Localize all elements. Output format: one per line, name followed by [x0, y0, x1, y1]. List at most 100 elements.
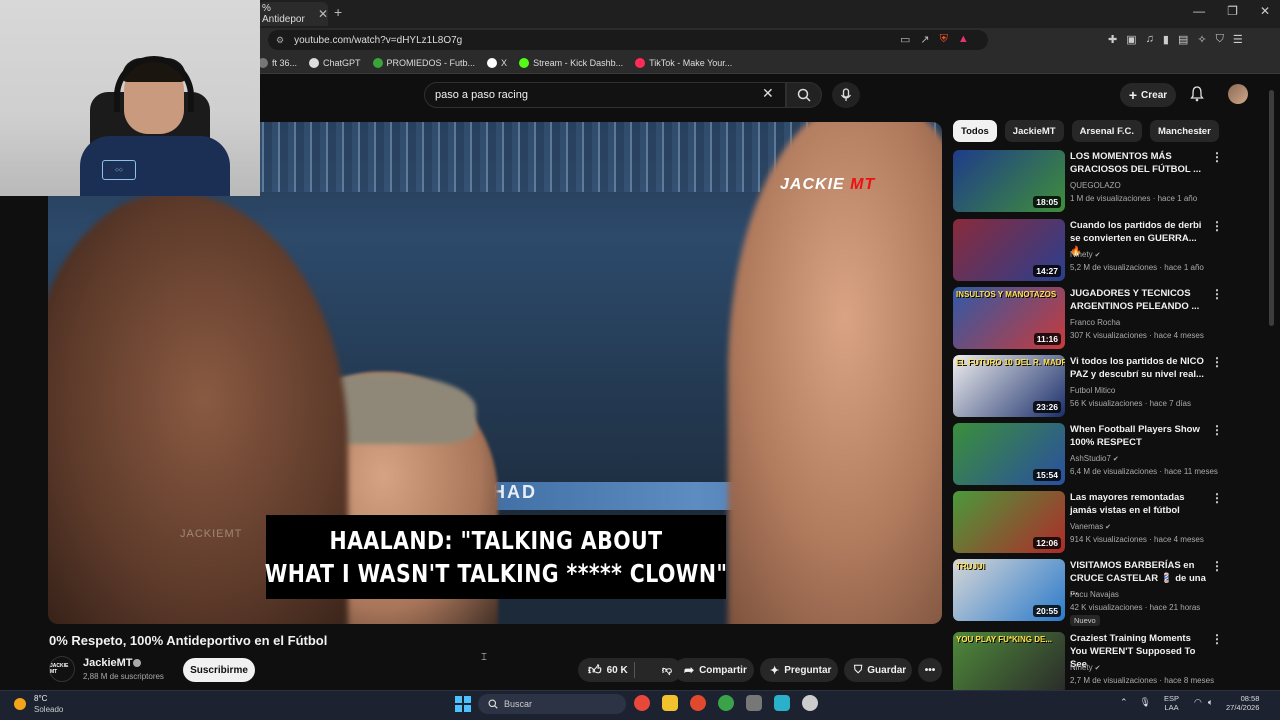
sun-icon[interactable] — [14, 698, 26, 710]
filter-chip[interactable]: Arsenal F.C. — [1071, 120, 1142, 142]
close-window-icon[interactable]: ✕ — [1260, 4, 1270, 18]
video-thumbnail[interactable]: EL FUTURO 10 DEL R. MADRID 23:26 — [953, 355, 1065, 417]
video-thumbnail[interactable]: YOU PLAY FU*KING DE... — [953, 632, 1065, 694]
recommendation-channel[interactable]: QUEGOLAZO — [1070, 181, 1121, 190]
recommendation-channel[interactable]: AshStudio7 ✔ — [1070, 454, 1119, 463]
site-info-icon[interactable]: ⚙ — [276, 35, 284, 46]
bookmark-item[interactable]: ft 36... — [258, 57, 297, 68]
wallet-icon[interactable]: ▤ — [1178, 33, 1188, 46]
bookmark-item[interactable]: Stream - Kick Dashb... — [519, 57, 623, 68]
channel-name[interactable]: JackieMT — [83, 657, 133, 669]
thumbs-down-icon[interactable]: 👎︎ — [662, 664, 672, 676]
recommendation-channel[interactable]: Vanemas ✔ — [1070, 522, 1111, 531]
account-avatar[interactable] — [1228, 84, 1248, 104]
taskbar-app-icon[interactable] — [802, 695, 818, 711]
wifi-icon[interactable]: ◠ — [1194, 697, 1202, 708]
browser-tab-active[interactable]: % Antidepor ✕ — [258, 2, 328, 26]
taskbar-app-icon[interactable] — [718, 695, 734, 711]
save-button[interactable]: ⛉ Guardar — [844, 658, 912, 682]
recommendation-title[interactable]: JUGADORES Y TECNICOS ARGENTINOS PELEANDO… — [1070, 287, 1210, 313]
volume-icon[interactable]: 🔈︎ — [1208, 697, 1213, 708]
extensions-icon[interactable]: ✚ — [1108, 33, 1117, 46]
recommendation-item[interactable]: YOU PLAY FU*KING DE... Craziest Training … — [953, 632, 1253, 696]
share-button[interactable]: ➦ Compartir — [674, 658, 754, 682]
clear-search-icon[interactable]: ✕ — [762, 85, 774, 102]
close-tab-icon[interactable]: ✕ — [318, 7, 328, 21]
bookmark-item[interactable]: PROMIEDOS - Futb... — [372, 57, 475, 68]
taskbar-app-icon[interactable] — [634, 695, 650, 711]
video-player[interactable]: ETIHAD JACKIE MT JACKIEMT HAALAND: "TALK… — [48, 122, 942, 624]
cast-icon[interactable]: ▭ — [900, 33, 910, 46]
recommendation-channel[interactable]: Facu Navajas — [1070, 590, 1119, 599]
search-input[interactable]: paso a paso racing — [424, 82, 786, 108]
scrollbar-thumb[interactable] — [1269, 90, 1274, 326]
more-actions-button[interactable]: ••• — [918, 658, 942, 682]
filter-chip[interactable]: Manchester — [1149, 120, 1219, 142]
ai-icon[interactable]: ✧ — [1197, 33, 1206, 46]
recommendation-item[interactable]: 15:54 When Football Players Show 100% RES… — [953, 423, 1253, 487]
recommendation-channel[interactable]: Franco Rocha — [1070, 318, 1120, 327]
more-options-icon[interactable]: ⋮ — [1211, 219, 1223, 233]
media-icon[interactable]: ♫ — [1146, 33, 1154, 46]
recommendation-title[interactable]: Vi todos los partidos de NICO PAZ y desc… — [1070, 355, 1210, 381]
more-options-icon[interactable]: ⋮ — [1211, 491, 1223, 505]
video-thumbnail[interactable]: 15:54 — [953, 423, 1065, 485]
more-options-icon[interactable]: ⋮ — [1211, 632, 1223, 646]
recommendation-item[interactable]: 14:27 Cuando los partidos de derbi se con… — [953, 219, 1253, 283]
recommendation-title[interactable]: When Football Players Show 100% RESPECT — [1070, 423, 1210, 449]
search-button[interactable] — [786, 82, 822, 108]
windows-start-icon[interactable] — [455, 696, 471, 712]
notifications-button[interactable] — [1190, 86, 1204, 107]
new-tab-icon[interactable]: + — [334, 4, 342, 20]
minimize-icon[interactable]: — — [1193, 4, 1205, 18]
taskbar-app-icon[interactable] — [774, 695, 790, 711]
bookmark-item[interactable]: X — [487, 57, 507, 68]
more-options-icon[interactable]: ⋮ — [1211, 287, 1223, 301]
recommendation-item[interactable]: INSULTOS Y MANOTAZOS 11:16 JUGADORES Y TEC… — [953, 287, 1253, 351]
video-thumbnail[interactable]: TRUJUI 20:55 — [953, 559, 1065, 621]
address-bar[interactable]: ⚙ youtube.com/watch?v=dHYLz1L8O7g — [268, 30, 988, 50]
filter-chip[interactable]: Todos — [953, 120, 997, 142]
voice-search-button[interactable] — [832, 82, 860, 108]
more-options-icon[interactable]: ⋮ — [1211, 423, 1223, 437]
video-thumbnail[interactable]: 14:27 — [953, 219, 1065, 281]
more-options-icon[interactable]: ⋮ — [1211, 559, 1223, 573]
bookmark-item[interactable]: ChatGPT — [309, 57, 361, 68]
recommendation-channel[interactable]: Ninety ✔ — [1070, 663, 1101, 672]
bookmark-item[interactable]: TikTok - Make Your... — [635, 57, 732, 68]
recommendation-title[interactable]: LOS MOMENTOS MÁS GRACIOSOS DEL FÚTBOL ..… — [1070, 150, 1210, 176]
language-indicator[interactable]: ESP LAA — [1164, 694, 1179, 712]
vpn-icon[interactable]: ⛉ — [1216, 33, 1224, 46]
weather-temperature[interactable]: 8°C — [34, 694, 47, 703]
recommendation-title[interactable]: Las mayores remontadas jamás vistas en e… — [1070, 491, 1210, 517]
recommendation-item[interactable]: TRUJUI 20:55 VISITAMOS BARBERÍAS en CRUCE … — [953, 559, 1253, 626]
chevron-right-icon[interactable]: › — [1198, 124, 1202, 138]
microphone-icon[interactable]: 🎙︎ — [1140, 697, 1151, 708]
taskbar-app-icon[interactable] — [746, 695, 762, 711]
weather-condition[interactable]: Soleado — [34, 705, 63, 714]
video-thumbnail[interactable]: 12:06 — [953, 491, 1065, 553]
restore-icon[interactable]: ❐ — [1227, 4, 1238, 18]
more-options-icon[interactable]: ⋮ — [1211, 150, 1223, 164]
recommendation-item[interactable]: EL FUTURO 10 DEL R. MADRID 23:26 Vi todos … — [953, 355, 1253, 419]
brave-shield-icon[interactable]: ⛨ — [940, 33, 948, 46]
taskbar-app-icon[interactable] — [662, 695, 678, 711]
video-thumbnail[interactable]: INSULTOS Y MANOTAZOS 11:16 — [953, 287, 1065, 349]
clock[interactable]: 08:58 27/4/2026 — [1226, 694, 1259, 712]
sidebar-icon[interactable]: ▮ — [1163, 33, 1169, 46]
recommendation-channel[interactable]: Futbol Mitico — [1070, 386, 1115, 395]
filter-chip[interactable]: JackieMT — [1004, 120, 1064, 142]
recommendation-item[interactable]: 12:06 Las mayores remontadas jamás vistas… — [953, 491, 1253, 555]
share-page-icon[interactable]: ↗ — [920, 33, 929, 46]
create-button[interactable]: + Crear — [1120, 83, 1176, 107]
more-options-icon[interactable]: ⋮ — [1211, 355, 1223, 369]
screenshot-icon[interactable]: ▣ — [1126, 33, 1136, 46]
channel-avatar[interactable]: JACKIE MT — [49, 656, 75, 682]
taskbar-search[interactable]: Buscar — [478, 694, 626, 714]
recommendation-channel[interactable]: Ninety ✔ — [1070, 250, 1101, 259]
recommendation-item[interactable]: 18:05 LOS MOMENTOS MÁS GRACIOSOS DEL FÚTB… — [953, 150, 1253, 214]
video-thumbnail[interactable]: 18:05 — [953, 150, 1065, 212]
chevron-up-icon[interactable]: ⌃ — [1120, 697, 1128, 708]
like-button[interactable]: 👍︎ 60 K 👎︎ — [578, 658, 682, 682]
brave-rewards-icon[interactable]: ▲ — [958, 33, 969, 46]
